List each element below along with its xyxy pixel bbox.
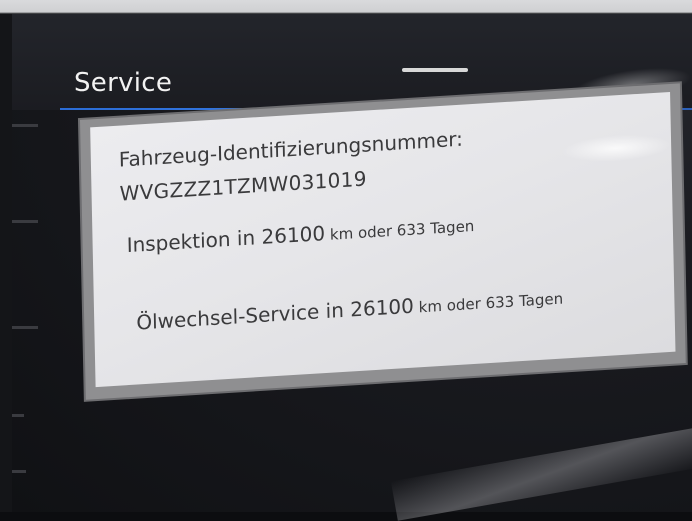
page-title: Service	[74, 68, 173, 98]
oil-service-due: Ölwechsel-Service in 26100 km oder 633 T…	[136, 285, 563, 335]
panel-reflection	[560, 131, 672, 165]
service-info-panel: Fahrzeug-Identifizierungsnummer: WVGZZZ1…	[80, 83, 686, 400]
oil-service-distance: Ölwechsel-Service in 26100	[136, 293, 415, 335]
side-marker	[12, 124, 38, 127]
side-marker	[12, 326, 38, 329]
inspection-unit-text: km oder 633 Tagen	[324, 216, 475, 245]
inspection-due: Inspektion in 26100 km oder 633 Tagen	[126, 212, 474, 257]
oil-service-unit-text: km oder 633 Tagen	[413, 289, 564, 317]
side-marker	[12, 220, 38, 223]
side-marker	[12, 414, 24, 417]
infotainment-screen: Service Fahrzeug-Identifizierungsnummer:…	[12, 14, 692, 521]
vin-label: Fahrzeug-Identifizierungsnummer:	[118, 126, 464, 172]
side-marker	[12, 470, 26, 473]
pull-down-handle[interactable]	[402, 68, 468, 72]
vin-value: WVGZZZ1TZMW031019	[119, 166, 367, 206]
service-info-content: Fahrzeug-Identifizierungsnummer: WVGZZZ1…	[90, 91, 676, 388]
inspection-distance: Inspektion in 26100	[126, 221, 326, 258]
bottom-reflection	[390, 427, 692, 521]
